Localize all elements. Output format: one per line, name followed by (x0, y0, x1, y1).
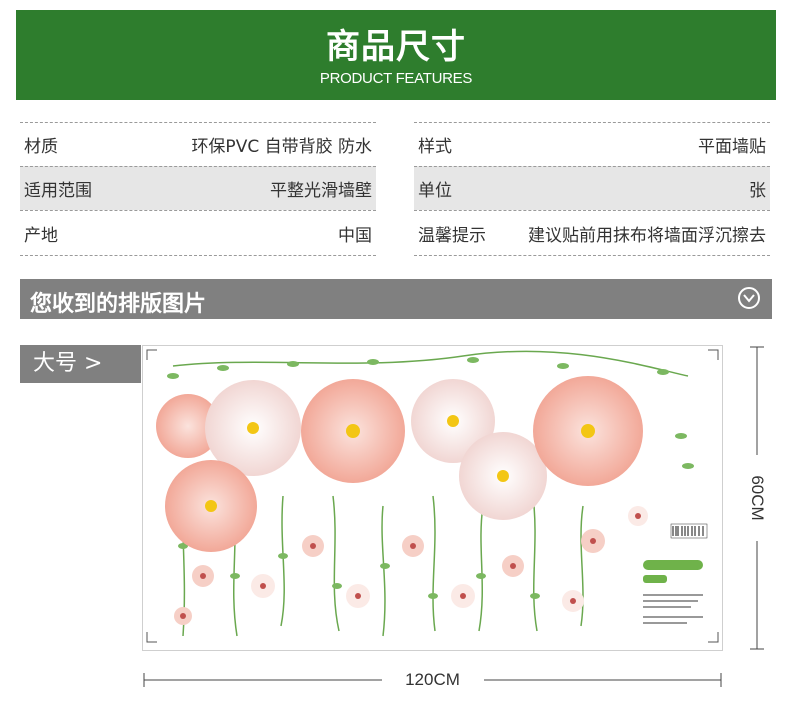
section-title: 您收到的排版图片 (30, 292, 207, 317)
width-dimension: 120CM (142, 667, 723, 693)
spec-value: 环保PVC 自带背胶 防水 (191, 137, 372, 157)
spec-label: 温馨提示 (418, 225, 486, 246)
floral-sticker-illustration (146, 349, 719, 643)
spec-value: 平面墙贴 (698, 137, 766, 157)
spec-row-style: 样式 平面墙贴 (414, 122, 770, 166)
size-tag-large: 大号 > (20, 345, 141, 383)
height-label: 60CM (748, 475, 767, 521)
spec-row-material: 材质 环保PVC 自带背胶 防水 (20, 122, 376, 166)
page-title: 商品尺寸 (326, 27, 466, 67)
chevron-down-circle-icon[interactable] (738, 287, 760, 309)
spec-value: 平整光滑墙壁 (270, 181, 372, 201)
spec-label: 单位 (418, 181, 452, 201)
spec-label: 样式 (418, 137, 452, 157)
page-subtitle: PRODUCT FEATURES (319, 70, 473, 87)
width-label-wrap: 120CM (142, 667, 723, 693)
height-dimension: 60CM (744, 345, 770, 651)
spec-row-origin: 产地 中国 (20, 210, 376, 256)
width-label: 120CM (385, 670, 480, 689)
layout-preview-image (142, 345, 723, 651)
large-blossoms (156, 376, 643, 552)
spec-value: 中国 (338, 225, 372, 246)
spec-row-usage: 适用范围 平整光滑墙壁 (20, 166, 376, 210)
spec-table-left: 材质 环保PVC 自带背胶 防水 适用范围 平整光滑墙壁 产地 中国 (20, 122, 376, 256)
spec-row-tip: 温馨提示 建议贴前用抹布将墙面浮沉擦去 (414, 210, 770, 256)
spec-label: 材质 (24, 137, 58, 157)
spec-row-unit: 单位 张 (414, 166, 770, 210)
chevron-down-glyph (743, 294, 755, 303)
spec-label: 适用范围 (24, 181, 92, 201)
spec-label: 产地 (24, 225, 58, 246)
product-label (643, 523, 708, 624)
spec-value: 张 (749, 181, 766, 201)
header-banner: 商品尺寸 PRODUCT FEATURES (16, 10, 776, 100)
section-header-received-layout: 您收到的排版图片 (20, 279, 772, 319)
spec-value: 建议贴前用抹布将墙面浮沉擦去 (528, 225, 766, 246)
spec-table-right: 样式 平面墙贴 单位 张 温馨提示 建议贴前用抹布将墙面浮沉擦去 (414, 122, 770, 256)
